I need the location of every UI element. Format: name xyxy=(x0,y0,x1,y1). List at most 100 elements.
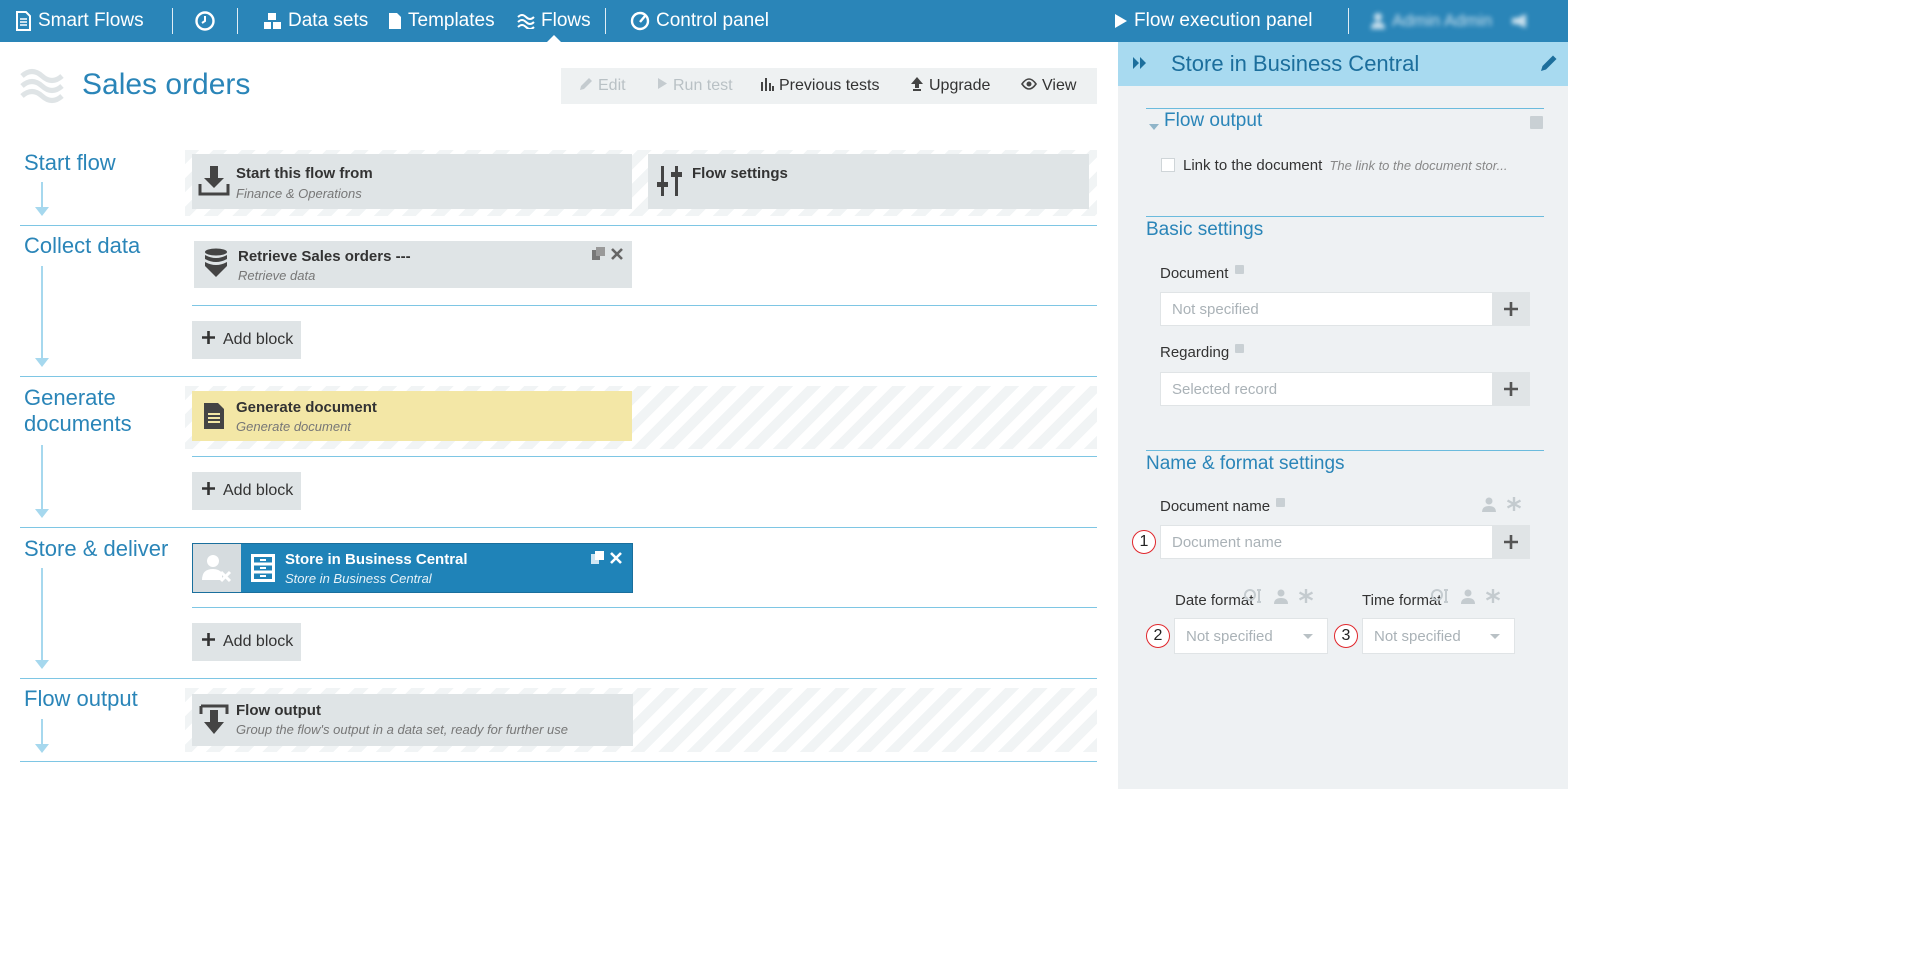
document-name-label: Document name xyxy=(1160,498,1286,515)
bar-chart-icon xyxy=(760,77,774,96)
time-format-select[interactable]: Not specified xyxy=(1362,618,1515,654)
run-test-button[interactable]: Run test xyxy=(645,68,748,104)
collapse-panel-icon[interactable] xyxy=(1132,56,1148,75)
start-flow-block[interactable]: Start this flow from Finance & Operation… xyxy=(192,154,632,209)
nav-data-sets[interactable]: Data sets xyxy=(263,0,368,42)
upgrade-label: Upgrade xyxy=(929,77,991,94)
section-label: Flow output xyxy=(24,686,138,711)
asterisk-icon[interactable] xyxy=(1506,496,1522,517)
edit-button-label: Edit xyxy=(598,77,626,94)
edit-pencil-icon[interactable] xyxy=(1540,54,1558,77)
marker-3: 3 xyxy=(1334,624,1358,648)
flow-editor: Sales orders Edit Run test Previous test… xyxy=(0,42,1118,789)
asterisk-icon[interactable] xyxy=(1485,588,1501,609)
history-clock-icon xyxy=(194,10,216,32)
checkbox-label: Link to the document xyxy=(1183,157,1323,174)
group-heading: Name & format settings xyxy=(1146,453,1345,474)
block-divider xyxy=(192,305,1097,306)
add-block-button[interactable]: Add block xyxy=(192,321,301,359)
view-button[interactable]: View xyxy=(1009,68,1095,104)
flow-waves-logo-icon xyxy=(20,68,64,109)
plus-icon xyxy=(202,633,215,651)
document-add-button[interactable] xyxy=(1492,292,1530,326)
copy-icon[interactable] xyxy=(591,551,604,568)
user-icon[interactable] xyxy=(1482,497,1496,517)
upgrade-button[interactable]: Upgrade xyxy=(898,68,1009,104)
regarding-input[interactable]: Selected record xyxy=(1160,372,1493,406)
globe-text-icon[interactable] xyxy=(1244,589,1264,608)
time-format-value: Not specified xyxy=(1374,627,1461,645)
block-title: Generate document xyxy=(236,399,377,416)
history-button[interactable] xyxy=(194,0,216,42)
asterisk-icon[interactable] xyxy=(1298,588,1314,609)
nav-control-panel[interactable]: Control panel xyxy=(630,0,769,42)
section-arrow xyxy=(35,445,49,518)
active-nav-indicator xyxy=(547,35,561,42)
store-business-central-block[interactable]: Store in Business Central Store in Busin… xyxy=(192,543,633,593)
close-icon[interactable] xyxy=(610,551,622,568)
previous-tests-label: Previous tests xyxy=(779,77,880,94)
block-divider xyxy=(192,607,1097,608)
page-title: Sales orders xyxy=(82,68,251,101)
template-file-icon xyxy=(388,12,402,30)
collapse-caret-icon[interactable] xyxy=(1149,118,1159,136)
add-block-button[interactable]: Add block xyxy=(192,472,301,510)
block-subtitle: Generate document xyxy=(236,419,351,434)
name-format-group: Name & format settings Document name 1 D… xyxy=(1132,450,1544,680)
user-name: Admin Admin xyxy=(1392,11,1493,30)
nav-flows-label: Flows xyxy=(541,10,591,31)
time-format-label: Time format xyxy=(1362,592,1442,609)
marker-1: 1 xyxy=(1132,530,1156,554)
section-label: Generate documents xyxy=(24,385,132,436)
nav-templates[interactable]: Templates xyxy=(388,0,495,42)
retrieve-block[interactable]: Retrieve Sales orders --- Retrieve data xyxy=(194,241,632,288)
panel-header: Store in Business Central xyxy=(1118,42,1568,86)
document-name-options xyxy=(1482,496,1522,517)
smart-flows-icon xyxy=(14,11,32,31)
upgrade-arrow-icon xyxy=(910,76,924,96)
data-sets-icon xyxy=(263,12,282,30)
date-format-select[interactable]: Not specified xyxy=(1174,618,1328,654)
flow-settings-block[interactable]: Flow settings xyxy=(648,154,1089,209)
megaphone-icon xyxy=(1510,13,1530,29)
document-name-label-text: Document name xyxy=(1160,498,1271,515)
flow-execution-panel-button[interactable]: Flow execution panel xyxy=(1114,0,1313,42)
section-label: Start flow xyxy=(24,150,116,175)
nav-separator xyxy=(605,8,606,34)
user-menu[interactable]: Admin Admin xyxy=(1370,0,1530,42)
marker-2: 2 xyxy=(1146,624,1170,648)
add-block-label: Add block xyxy=(223,331,294,348)
nav-templates-label: Templates xyxy=(408,10,495,31)
group-divider xyxy=(1146,108,1544,109)
copy-icon[interactable] xyxy=(592,247,605,264)
flow-output-block[interactable]: Flow output Group the flow's output in a… xyxy=(192,694,633,746)
section-store-deliver: Store & deliver Store in Business Centra… xyxy=(20,528,1097,679)
block-title: Store in Business Central xyxy=(285,551,468,568)
user-icon[interactable] xyxy=(1274,589,1288,609)
document-input[interactable]: Not specified xyxy=(1160,292,1493,326)
document-name-add-button[interactable] xyxy=(1492,525,1530,559)
generate-document-block[interactable]: Generate document Generate document xyxy=(192,391,632,441)
nav-brand[interactable]: Smart Flows xyxy=(14,0,144,42)
document-name-input[interactable]: Document name xyxy=(1160,525,1493,559)
group-heading[interactable]: Flow output xyxy=(1164,110,1262,132)
info-icon[interactable] xyxy=(1235,344,1245,353)
link-to-document-checkbox[interactable] xyxy=(1161,158,1175,172)
info-icon[interactable] xyxy=(1530,116,1543,134)
checkbox-row: Link to the document The link to the doc… xyxy=(1183,157,1507,174)
regarding-add-button[interactable] xyxy=(1492,372,1530,406)
section-arrow xyxy=(35,182,49,216)
previous-tests-button[interactable]: Previous tests xyxy=(748,68,898,104)
edit-button[interactable]: Edit xyxy=(561,68,645,104)
globe-text-icon[interactable] xyxy=(1431,589,1451,608)
nav-data-sets-label: Data sets xyxy=(288,10,369,31)
info-icon[interactable] xyxy=(1234,265,1244,274)
info-icon[interactable] xyxy=(1276,498,1286,507)
close-icon[interactable] xyxy=(611,247,623,264)
user-icon[interactable] xyxy=(1461,589,1475,609)
panel-title: Store in Business Central xyxy=(1171,51,1420,76)
group-divider xyxy=(1146,216,1544,217)
block-subtitle: Retrieve data xyxy=(238,268,316,283)
add-block-button[interactable]: Add block xyxy=(192,623,301,661)
block-subtitle: Group the flow's output in a data set, r… xyxy=(236,722,569,737)
